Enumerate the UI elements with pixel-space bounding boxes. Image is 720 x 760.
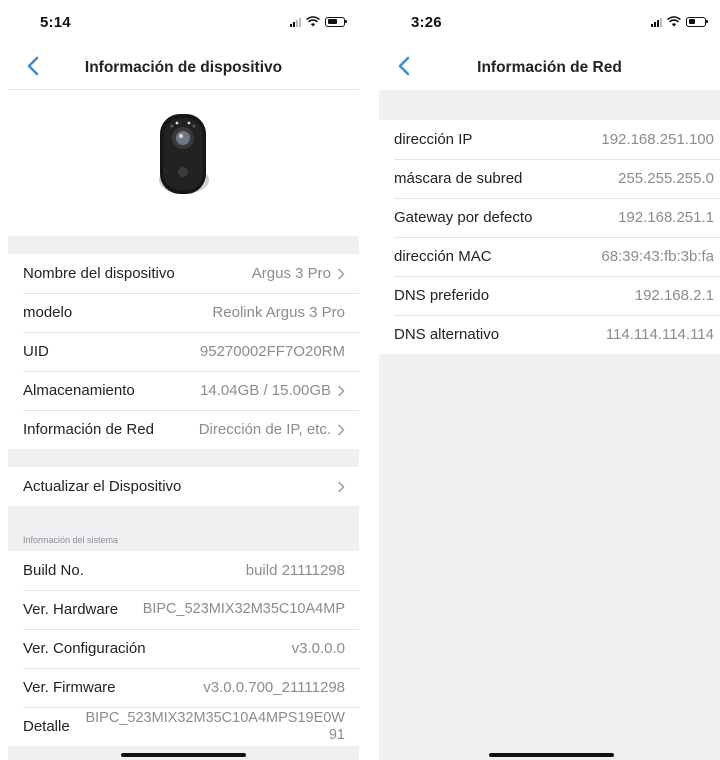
status-bar: 5:14 [8, 0, 359, 44]
row-label: Ver. Configuración [23, 640, 146, 657]
row-label: Nombre del dispositivo [23, 265, 175, 282]
wifi-icon [306, 16, 320, 27]
row-label: Ver. Hardware [23, 601, 119, 618]
row-value: build 21111298 [245, 562, 345, 579]
row-preferred-dns: DNS preferido 192.168.2.1 [379, 276, 720, 315]
row-label: Ver. Firmware [23, 679, 116, 696]
chevron-right-icon [338, 385, 345, 396]
device-image-area [8, 90, 359, 236]
row-value: 114.114.114.114 [605, 326, 714, 343]
row-build-no: Build No. build 21111298 [8, 551, 359, 590]
row-config-version: Ver. Configuración v3.0.0.0 [8, 629, 359, 668]
row-hardware-version: Ver. Hardware BIPC_523MIX32M35C10A4MP [8, 590, 359, 629]
row-label: Detalle [23, 718, 70, 735]
status-bar: 3:26 [379, 0, 720, 44]
row-storage[interactable]: Almacenamiento 14.04GB / 15.00GB [8, 371, 359, 410]
page-title: Información de dispositivo [84, 59, 283, 76]
row-label: Build No. [23, 562, 84, 579]
row-value: 192.168.251.1 [618, 209, 714, 226]
row-alternate-dns: DNS alternativo 114.114.114.114 [379, 315, 720, 354]
row-label: dirección MAC [394, 248, 492, 265]
row-label: Gateway por defecto [394, 209, 533, 226]
row-value: BIPC_523MIX32M35C10A4MPS19E0W91 [85, 709, 345, 743]
row-value: 255.255.255.0 [618, 170, 714, 187]
row-model: modelo Reolink Argus 3 Pro [8, 293, 359, 332]
row-label: Actualizar el Dispositivo [23, 478, 182, 495]
row-label: máscara de subred [394, 170, 523, 187]
section-header-label: Información del sistema [23, 535, 119, 545]
status-time: 3:26 [411, 14, 442, 31]
nav-bar: Información de dispositivo [8, 44, 359, 90]
update-section: Actualizar el Dispositivo [8, 467, 359, 506]
row-device-name[interactable]: Nombre del dispositivo Argus 3 Pro [8, 254, 359, 293]
home-indicator[interactable] [121, 753, 246, 757]
home-indicator[interactable] [489, 753, 614, 757]
update-device-button[interactable]: Actualizar el Dispositivo [8, 467, 359, 506]
row-label: modelo [23, 304, 73, 321]
network-details-list: dirección IP 192.168.251.100 máscara de … [379, 120, 720, 354]
signal-icon [290, 17, 301, 27]
status-icons [290, 16, 347, 27]
row-value: v3.0.0.0 [291, 640, 345, 657]
row-label: dirección IP [394, 131, 473, 148]
page-title: Información de Red [477, 59, 622, 76]
row-value: BIPC_523MIX32M35C10A4MP [142, 601, 345, 617]
row-network-info[interactable]: Información de Red Dirección de IP, etc. [8, 410, 359, 449]
status-time: 5:14 [40, 14, 71, 31]
camera-image [159, 114, 209, 194]
row-label: DNS preferido [394, 287, 490, 304]
row-value: 14.04GB / 15.00GB [200, 382, 331, 399]
network-info-screen: 3:26 Información de Red dirección IP 192… [379, 0, 720, 760]
row-firmware-version: Ver. Firmware v3.0.0.700_21111298 [8, 668, 359, 707]
nav-bar: Información de Red [379, 44, 720, 90]
row-label: UID [23, 343, 49, 360]
row-label: DNS alternativo [394, 326, 500, 343]
row-mac-address: dirección MAC 68:39:43:fb:3b:fa [379, 237, 720, 276]
row-uid: UID 95270002FF7O20RM [8, 332, 359, 371]
row-ip-address: dirección IP 192.168.251.100 [379, 120, 720, 159]
row-value: v3.0.0.700_21111298 [203, 679, 345, 696]
row-value: 95270002FF7O20RM [199, 343, 345, 360]
row-value: 192.168.251.100 [601, 131, 714, 148]
chevron-right-icon [338, 481, 345, 492]
battery-icon [686, 16, 708, 27]
row-label: Almacenamiento [23, 382, 135, 399]
row-value: 68:39:43:fb:3b:fa [601, 248, 714, 265]
wifi-icon [667, 16, 681, 27]
row-default-gateway: Gateway por defecto 192.168.251.1 [379, 198, 720, 237]
row-value: Argus 3 Pro [251, 265, 331, 282]
signal-icon [651, 17, 662, 27]
row-value: Reolink Argus 3 Pro [212, 304, 345, 321]
row-label: Información de Red [23, 421, 154, 438]
device-info-screen: 5:14 Información de dispositivo Nombre d… [8, 0, 359, 760]
chevron-right-icon [338, 424, 345, 435]
row-detail: Detalle BIPC_523MIX32M35C10A4MPS19E0W91 [8, 707, 359, 746]
battery-icon [325, 16, 347, 27]
status-icons [651, 16, 708, 27]
device-details-list: Nombre del dispositivo Argus 3 Pro model… [8, 254, 359, 449]
system-info-list: Build No. build 21111298 Ver. Hardware B… [8, 551, 359, 746]
row-subnet-mask: máscara de subred 255.255.255.0 [379, 159, 720, 198]
row-value: 192.168.2.1 [634, 287, 714, 304]
system-info-header: Información del sistema [8, 506, 359, 551]
chevron-right-icon [338, 268, 345, 279]
row-value: Dirección de IP, etc. [198, 421, 331, 438]
